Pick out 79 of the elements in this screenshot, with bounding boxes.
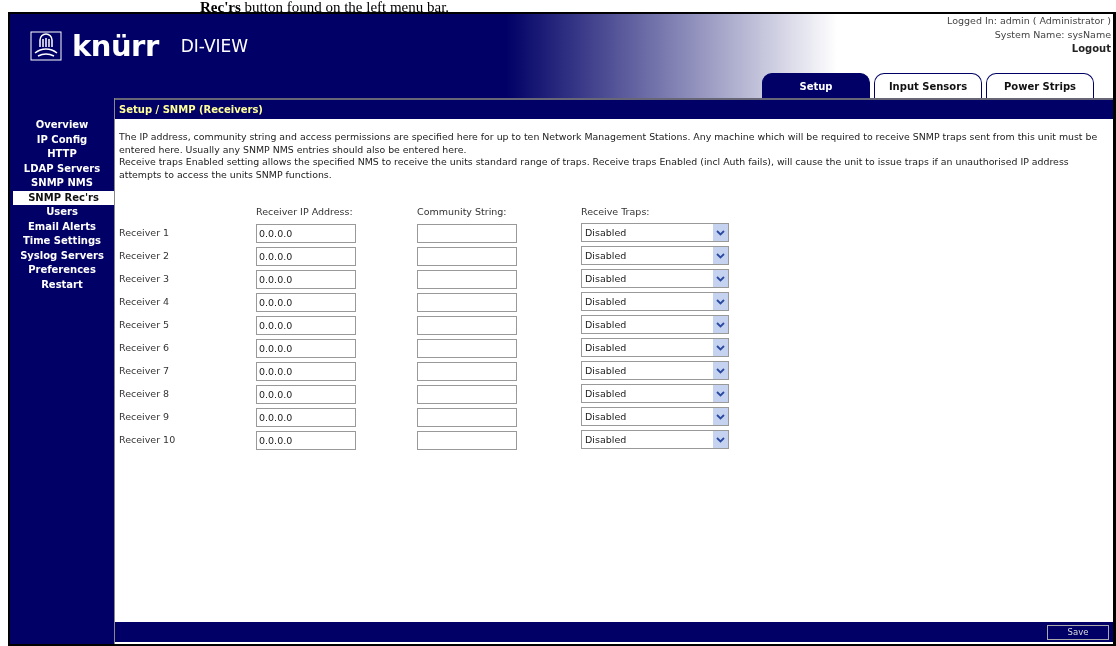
receive-traps-dropdown[interactable]: Disabled bbox=[581, 315, 729, 334]
sidebar-item[interactable]: HTTP bbox=[10, 147, 114, 162]
sidebar-item[interactable]: Overview bbox=[10, 118, 114, 133]
sidebar-item[interactable]: Time Settings bbox=[10, 234, 114, 249]
ip-address-field[interactable]: 0.0.0.0 bbox=[256, 431, 356, 450]
sidebar-item[interactable]: Email Alerts bbox=[10, 219, 114, 234]
sidebar-item[interactable]: Syslog Servers bbox=[10, 248, 114, 263]
sidebar-item[interactable]: IP Config bbox=[10, 132, 114, 147]
receiver-label: Receiver 3 bbox=[119, 273, 171, 284]
ip-address-field[interactable]: 0.0.0.0 bbox=[256, 247, 356, 266]
logout-link[interactable]: Logout bbox=[1071, 42, 1113, 56]
product-name: DI-VIEW bbox=[180, 36, 249, 56]
chevron-down-icon bbox=[713, 362, 728, 379]
chevron-down-icon bbox=[713, 224, 728, 241]
receive-traps-dropdown[interactable]: Disabled bbox=[581, 430, 729, 449]
save-button[interactable]: Save bbox=[1047, 624, 1109, 640]
receiver-label: Receiver 8 bbox=[119, 388, 171, 399]
receive-traps-dropdown[interactable]: Disabled bbox=[581, 361, 729, 380]
column-heading: Community String: bbox=[417, 205, 508, 219]
community-string-field[interactable] bbox=[417, 385, 517, 404]
sidebar-item[interactable]: SNMP NMS bbox=[10, 176, 114, 191]
chevron-down-icon bbox=[713, 408, 728, 425]
receiver-label: Receiver 4 bbox=[119, 296, 171, 307]
ip-address-field[interactable]: 0.0.0.0 bbox=[256, 270, 356, 289]
receive-traps-dropdown[interactable]: Disabled bbox=[581, 246, 729, 265]
community-string-field[interactable] bbox=[417, 362, 517, 381]
receive-traps-dropdown[interactable]: Disabled bbox=[581, 269, 729, 288]
sidebar-item[interactable]: Preferences bbox=[10, 263, 114, 278]
ip-address-field[interactable]: 0.0.0.0 bbox=[256, 385, 356, 404]
description-text: The IP address, community string and access permissions are specified here for up to ten Network Management Stations. Any machine which will be required to receive SNMP traps sent from this unit must be entered here. Usually any SNMP NMS entries should also be entered here. bbox=[119, 131, 1099, 156]
chevron-down-icon bbox=[713, 385, 728, 402]
chevron-down-icon bbox=[713, 293, 728, 310]
receive-traps-dropdown[interactable]: Disabled bbox=[581, 407, 729, 426]
column-heading: Receive Traps: bbox=[581, 205, 651, 219]
receive-traps-dropdown[interactable]: Disabled bbox=[581, 292, 729, 311]
community-string-field[interactable] bbox=[417, 316, 517, 335]
chevron-down-icon bbox=[713, 270, 728, 287]
ip-address-field[interactable]: 0.0.0.0 bbox=[256, 339, 356, 358]
logged-in-text: Logged In: admin ( Administrator ) bbox=[947, 14, 1112, 28]
community-string-field[interactable] bbox=[417, 431, 517, 450]
receive-traps-dropdown[interactable]: Disabled bbox=[581, 338, 729, 357]
community-string-field[interactable] bbox=[417, 270, 517, 289]
chevron-down-icon bbox=[713, 431, 728, 448]
community-string-field[interactable] bbox=[417, 247, 517, 266]
community-string-field[interactable] bbox=[417, 408, 517, 427]
ip-address-field[interactable]: 0.0.0.0 bbox=[256, 362, 356, 381]
receiver-label: Receiver 9 bbox=[119, 411, 171, 422]
receiver-label: Receiver 6 bbox=[119, 342, 171, 353]
chevron-down-icon bbox=[713, 247, 728, 264]
nav-tab[interactable]: Power Strips bbox=[986, 73, 1094, 98]
description-text: Receive traps Enabled setting allows the specified NMS to receive the units standard range of traps. Receive traps Enabled (incl Auth fails), will cause the unit to issue traps if an unauthorised IP address attempts to access the units SNMP functions. bbox=[119, 156, 1070, 181]
chevron-down-icon bbox=[713, 316, 728, 333]
sidebar-item[interactable]: Restart bbox=[10, 277, 114, 292]
community-string-field[interactable] bbox=[417, 339, 517, 358]
receiver-label: Receiver 5 bbox=[119, 319, 171, 330]
nav-tab[interactable]: Setup bbox=[762, 73, 870, 98]
nav-tab[interactable]: Input Sensors bbox=[874, 73, 982, 98]
ip-address-field[interactable]: 0.0.0.0 bbox=[256, 316, 356, 335]
sidebar-item[interactable]: SNMP Rec'rs bbox=[13, 190, 114, 205]
ip-address-field[interactable]: 0.0.0.0 bbox=[256, 224, 356, 243]
column-heading: Receiver IP Address: bbox=[256, 205, 354, 219]
receiver-label: Receiver 7 bbox=[119, 365, 171, 376]
logo-icon bbox=[30, 31, 62, 61]
receive-traps-dropdown[interactable]: Disabled bbox=[581, 223, 729, 242]
receiver-label: Receiver 1 bbox=[119, 227, 171, 238]
system-name-text: System Name: sysName bbox=[994, 28, 1112, 42]
brand-logo: knürr bbox=[72, 29, 159, 63]
community-string-field[interactable] bbox=[417, 293, 517, 312]
receive-traps-dropdown[interactable]: Disabled bbox=[581, 384, 729, 403]
sidebar-item[interactable]: LDAP Servers bbox=[10, 161, 114, 176]
ip-address-field[interactable]: 0.0.0.0 bbox=[256, 293, 356, 312]
ip-address-field[interactable]: 0.0.0.0 bbox=[256, 408, 356, 427]
page-title: Setup / SNMP (Receivers) bbox=[115, 98, 1113, 119]
community-string-field[interactable] bbox=[417, 224, 517, 243]
sidebar-item[interactable]: Users bbox=[10, 205, 114, 220]
chevron-down-icon bbox=[713, 339, 728, 356]
document-caption: Rec'rs button found on the left menu bar. bbox=[199, 0, 451, 12]
receiver-label: Receiver 2 bbox=[119, 250, 171, 261]
receiver-label: Receiver 10 bbox=[119, 434, 177, 445]
